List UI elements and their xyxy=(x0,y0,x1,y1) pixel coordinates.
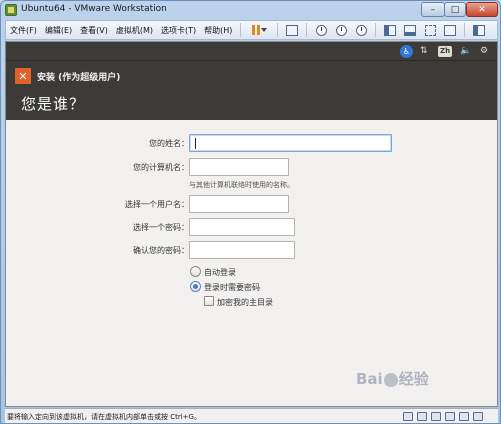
close-button[interactable]: ✕ xyxy=(466,2,498,17)
confirm-password-field[interactable] xyxy=(189,241,295,259)
installer-window-title: 安装 (作为超级用户) xyxy=(37,73,121,83)
minimize-button[interactable]: – xyxy=(421,2,445,17)
menu-tabs[interactable]: 选项卡(T) xyxy=(157,25,200,36)
menu-toolbar: 文件(F) 编辑(E) 查看(V) 虚拟机(M) 选项卡(T) 帮助(H) xyxy=(5,20,498,40)
encrypt-home-label[interactable]: 加密我的主目录 xyxy=(217,297,273,308)
installer-close-button[interactable]: ✕ xyxy=(15,68,31,84)
accessibility-button[interactable]: ♿ xyxy=(400,44,413,58)
accessibility-icon: ♿ xyxy=(400,44,413,58)
confirm-password-label: 确认您的密码： xyxy=(133,246,189,255)
console-view-button[interactable] xyxy=(471,23,487,38)
computer-name-field[interactable] xyxy=(189,158,289,176)
send-ctrl-alt-del-icon xyxy=(286,24,299,36)
toolbar-separator xyxy=(306,23,308,37)
status-bar: 要将输入定向到该虚拟机，请在虚拟机内部单击或按 Ctrl+G。 xyxy=(5,408,498,423)
menu-vm[interactable]: 虚拟机(M) xyxy=(112,25,157,36)
installer-header: ✕ 安装 (作为超级用户) 您是谁？ xyxy=(6,60,497,120)
volume-icon[interactable]: 🔈 xyxy=(460,44,471,58)
show-library-icon xyxy=(384,24,397,36)
password-label: 选择一个密码： xyxy=(133,223,189,232)
page-title: 您是谁？ xyxy=(21,95,86,113)
ubuntu-top-panel: ♿ ⇅ Zh 🔈 ⚙ xyxy=(6,42,497,60)
vm-display[interactable]: ♿ ⇅ Zh 🔈 ⚙ ✕ 安装 (作为超级用户) 您是谁？ 您的姓名： 您的计算… xyxy=(5,41,498,407)
watermark-text-right: 经验 xyxy=(398,370,429,388)
thumbnail-bar-icon xyxy=(404,24,417,36)
title-bar: Ubuntu64 - VMware Workstation – □ ✕ xyxy=(1,1,500,19)
pause-icon xyxy=(251,25,260,35)
console-view-icon xyxy=(473,24,486,36)
snapshot-manager-icon xyxy=(355,24,367,36)
send-ctrl-alt-del-button[interactable] xyxy=(284,23,300,38)
toolbar-separator xyxy=(464,23,466,37)
paw-icon xyxy=(383,372,398,387)
revert-snapshot-button[interactable] xyxy=(333,23,349,38)
settings-gear-icon[interactable]: ⚙ xyxy=(480,44,488,58)
full-screen-icon xyxy=(424,24,436,36)
hard-disk-icon[interactable] xyxy=(403,412,413,421)
sound-card-icon[interactable] xyxy=(459,412,469,421)
baidu-watermark: Bai 经验 xyxy=(356,368,429,389)
name-field[interactable] xyxy=(189,134,392,152)
show-library-button[interactable] xyxy=(382,23,398,38)
network-adapter-icon[interactable] xyxy=(431,412,441,421)
snapshot-button[interactable] xyxy=(313,23,329,38)
encrypt-home-checkbox[interactable] xyxy=(204,296,214,306)
auto-login-label[interactable]: 自动登录 xyxy=(204,267,236,278)
auto-login-radio[interactable] xyxy=(190,266,201,277)
menu-help[interactable]: 帮助(H) xyxy=(200,25,236,36)
toolbar-separator xyxy=(277,23,279,37)
computer-name-label: 您的计算机名： xyxy=(133,163,189,172)
username-field[interactable] xyxy=(189,195,289,213)
user-setup-form: 您的姓名： 您的计算机名： 与其他计算机联络时使用的名称。 选择一个用户名： 选… xyxy=(6,120,497,390)
pause-button[interactable] xyxy=(247,23,271,38)
full-screen-button[interactable] xyxy=(422,23,438,38)
thumbnail-bar-button[interactable] xyxy=(402,23,418,38)
network-icon[interactable]: ⇅ xyxy=(420,44,428,58)
menu-file[interactable]: 文件(F) xyxy=(6,25,41,36)
messages-icon[interactable] xyxy=(473,412,483,421)
usb-icon[interactable] xyxy=(445,412,455,421)
status-text: 要将输入定向到该虚拟机，请在虚拟机内部单击或按 Ctrl+G。 xyxy=(7,413,201,421)
require-password-label[interactable]: 登录时需要密码 xyxy=(204,282,260,293)
snapshot-manager-button[interactable] xyxy=(353,23,369,38)
name-label: 您的姓名： xyxy=(149,139,189,148)
computer-name-hint: 与其他计算机联络时使用的名称。 xyxy=(189,181,294,189)
unity-button[interactable] xyxy=(442,23,458,38)
vmware-app-icon xyxy=(5,4,17,16)
text-caret xyxy=(195,138,196,149)
menu-view[interactable]: 查看(V) xyxy=(76,25,112,36)
vmware-window: Ubuntu64 - VMware Workstation – □ ✕ 文件(F… xyxy=(0,0,501,424)
menu-edit[interactable]: 编辑(E) xyxy=(41,25,76,36)
snapshot-icon xyxy=(315,24,327,36)
toolbar-separator xyxy=(375,23,377,37)
window-title: Ubuntu64 - VMware Workstation xyxy=(21,4,167,14)
chevron-down-icon xyxy=(260,28,267,32)
input-method-icon: Zh xyxy=(438,45,453,57)
username-label: 选择一个用户名： xyxy=(125,200,189,209)
maximize-button[interactable]: □ xyxy=(444,2,466,17)
cd-drive-icon[interactable] xyxy=(417,412,427,421)
input-method-button[interactable]: Zh xyxy=(438,44,453,58)
toolbar-separator xyxy=(240,23,242,37)
unity-icon xyxy=(444,24,457,36)
watermark-text-left: Bai xyxy=(356,370,383,388)
password-field[interactable] xyxy=(189,218,295,236)
revert-snapshot-icon xyxy=(335,24,347,36)
require-password-radio[interactable] xyxy=(190,281,201,292)
